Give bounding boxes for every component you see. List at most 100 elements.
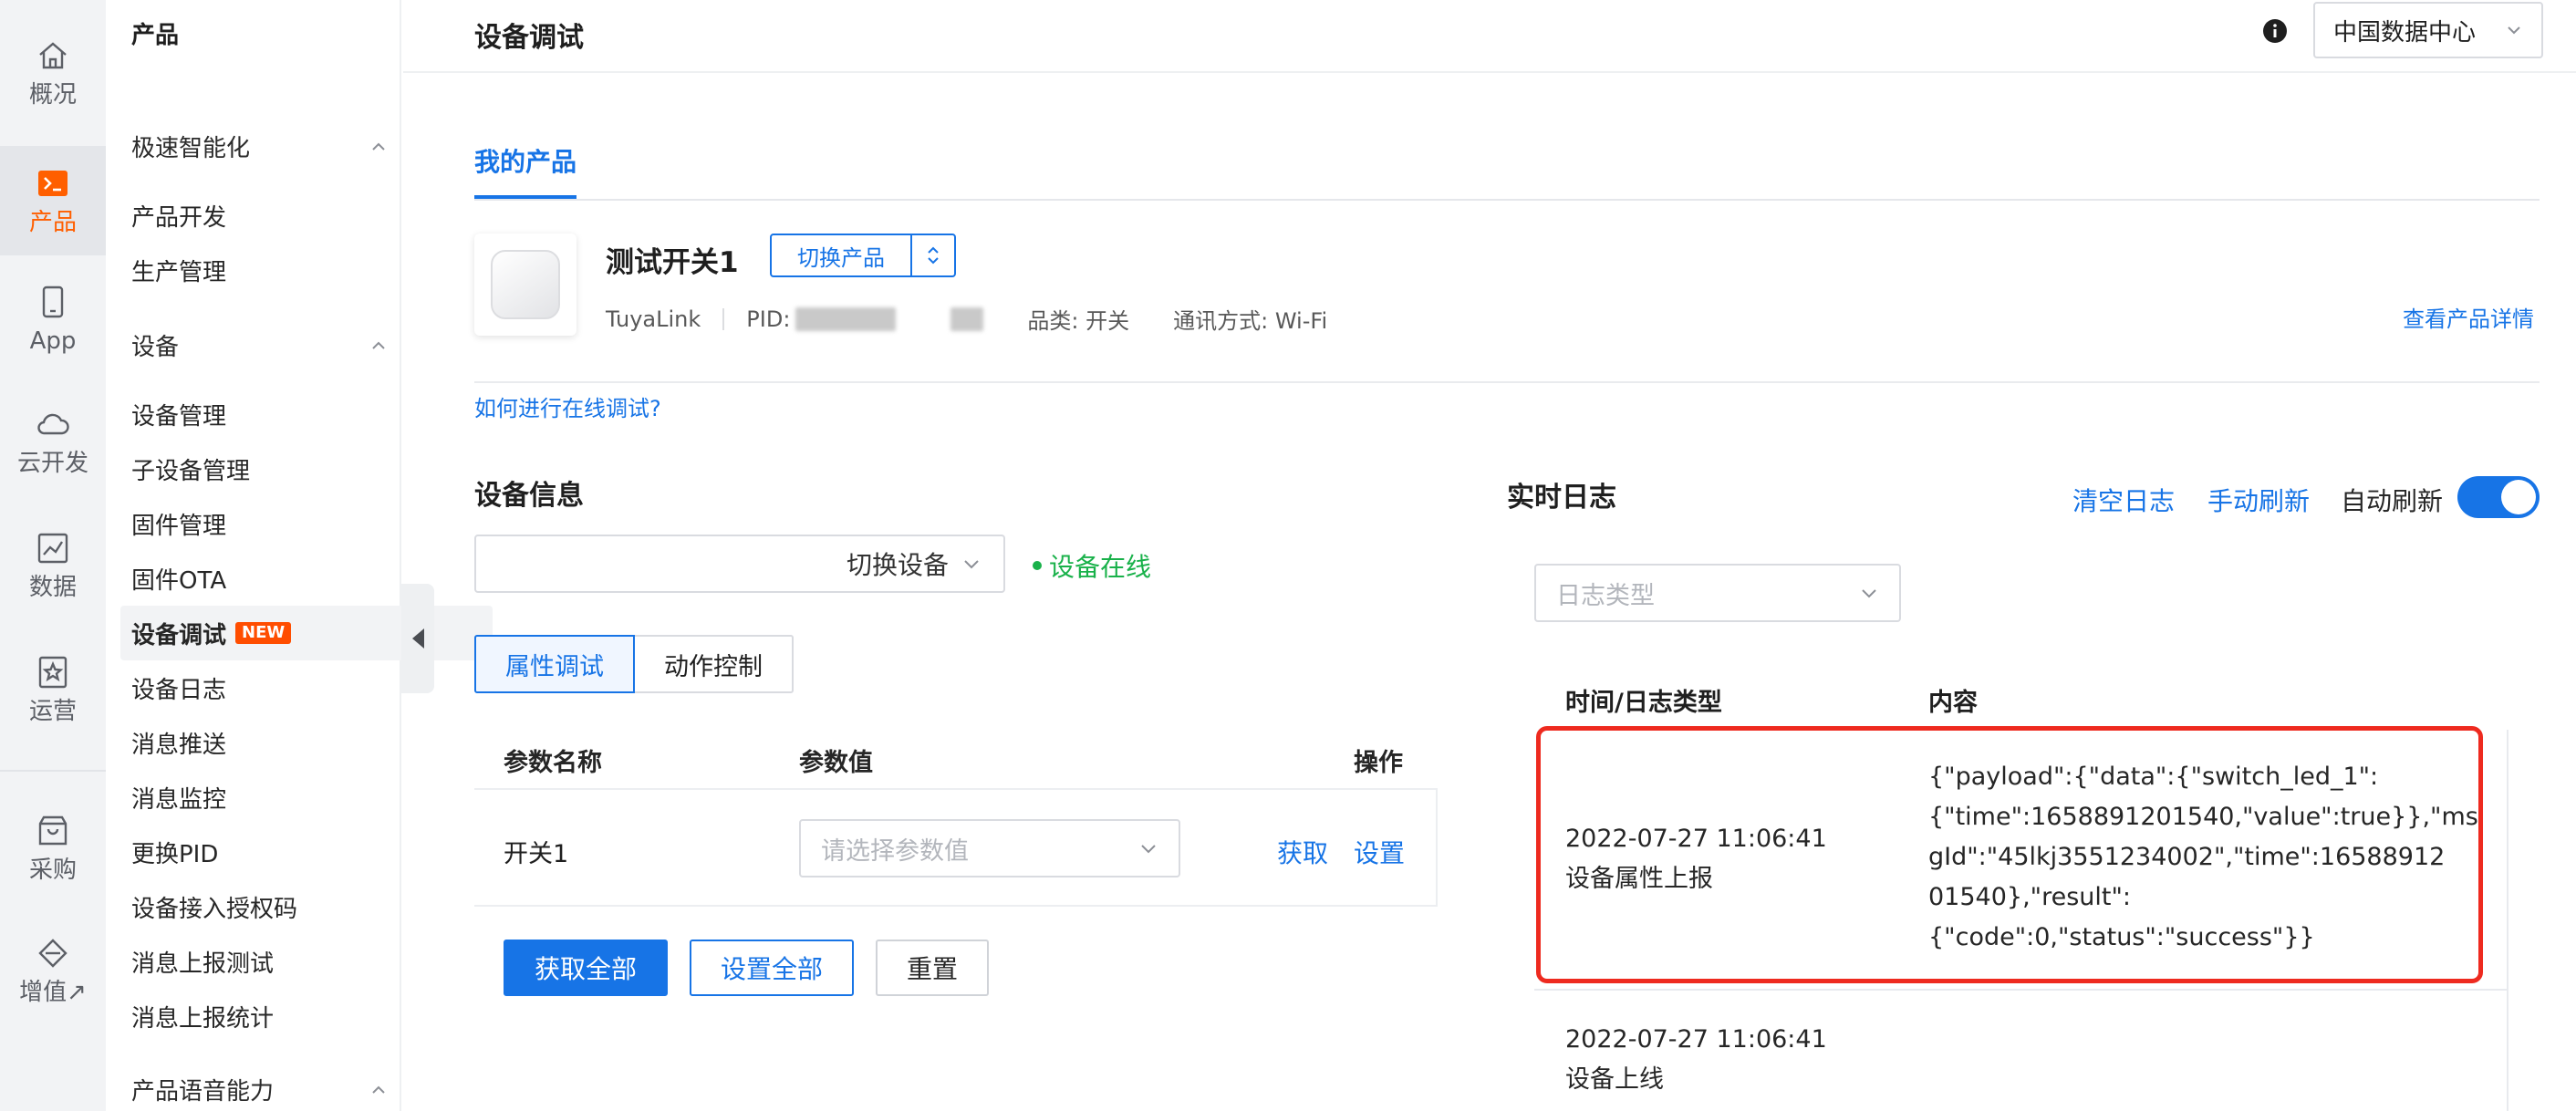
- nav-item-subdevice[interactable]: 子设备管理: [120, 441, 491, 496]
- nav-group-fast[interactable]: 极速智能化: [131, 130, 387, 163]
- param-name-switch1: 开关1: [504, 840, 569, 868]
- nav-item-report-stats[interactable]: 消息上报统计: [120, 989, 491, 1044]
- get-param-link[interactable]: 获取: [1277, 834, 1328, 870]
- nav-item-firmware[interactable]: 固件管理: [120, 496, 491, 551]
- nav-group-device[interactable]: 设备: [131, 328, 387, 362]
- info-icon[interactable]: [2262, 18, 2288, 44]
- rail-label: 云开发: [16, 450, 88, 477]
- nav-item-label: 固件OTA: [131, 566, 227, 595]
- tab-property-debug[interactable]: 属性调试: [474, 635, 635, 693]
- set-all-button[interactable]: 设置全部: [690, 940, 854, 996]
- nav-item-device-mgmt[interactable]: 设备管理: [120, 387, 491, 441]
- new-badge: NEW: [235, 622, 292, 644]
- region-select[interactable]: 中国数据中心: [2313, 2, 2543, 58]
- rail-label: 增值↗: [19, 979, 87, 1006]
- nav-item-monitor[interactable]: 消息监控: [120, 770, 491, 825]
- table-divider: [474, 905, 1438, 907]
- log-column-content: 内容: [1928, 689, 1978, 717]
- nav-item-label: 更换PID: [131, 840, 219, 868]
- rail-item-data[interactable]: 数据: [0, 511, 106, 620]
- auto-refresh-toggle[interactable]: [2457, 476, 2540, 518]
- nav-item-product-dev[interactable]: 产品开发: [120, 188, 491, 243]
- nav-group-label: 设备: [131, 334, 180, 361]
- chart-icon: [37, 533, 68, 564]
- nav-item-label: 子设备管理: [131, 457, 251, 485]
- product-name: 测试开关1: [606, 246, 739, 279]
- rail-item-operation[interactable]: 运营: [0, 635, 106, 744]
- rail-item-app[interactable]: App: [0, 265, 106, 374]
- tab-action-control[interactable]: 动作控制: [633, 635, 794, 693]
- column-param-name: 参数名称: [504, 749, 602, 777]
- star-icon: [38, 656, 68, 689]
- caret-left-icon: [412, 628, 424, 649]
- highlight-box: [1536, 726, 2483, 983]
- rail-item-value-added[interactable]: 增值↗: [0, 916, 106, 1025]
- param-value-select[interactable]: 请选择参数值: [799, 819, 1180, 877]
- manual-refresh-button[interactable]: 手动刷新: [2207, 482, 2310, 518]
- phone-icon: [42, 286, 64, 318]
- howto-link[interactable]: 如何进行在线调试?: [474, 390, 661, 422]
- device-status: 设备在线: [1033, 547, 1151, 584]
- switch-product-label: 切换产品: [772, 235, 912, 275]
- nav-group-voice[interactable]: 产品语音能力: [131, 1073, 387, 1106]
- rail-item-purchase[interactable]: 采购: [0, 794, 106, 903]
- chevron-down-icon: [964, 560, 979, 569]
- chevron-down-icon: [2508, 26, 2520, 35]
- table-scroll-edge: [1436, 790, 1438, 907]
- clear-log-button[interactable]: 清空日志: [2072, 482, 2175, 518]
- nav-item-ota[interactable]: 固件OTA: [120, 551, 491, 606]
- rail-item-product[interactable]: 产品: [0, 146, 106, 255]
- switch-device-select[interactable]: 切换设备: [474, 535, 1005, 593]
- nav-item-label: 设备日志: [131, 676, 227, 704]
- rail-label: App: [29, 327, 77, 355]
- rail-divider: [0, 770, 106, 772]
- product-platform: TuyaLink: [606, 306, 701, 332]
- sidebar-title: 产品: [131, 22, 180, 49]
- tab-divider: [474, 199, 2540, 201]
- nav-item-push[interactable]: 消息推送: [120, 715, 491, 770]
- set-param-link[interactable]: 设置: [1354, 834, 1405, 870]
- pid-redacted: [795, 306, 897, 331]
- device-info-title: 设备信息: [474, 480, 584, 512]
- page-title: 设备调试: [474, 22, 584, 54]
- nav-item-device-log[interactable]: 设备日志: [120, 660, 491, 715]
- product-image: [474, 234, 576, 336]
- param-value-placeholder: 请选择参数值: [821, 836, 969, 866]
- get-all-button[interactable]: 获取全部: [504, 940, 668, 996]
- nav-item-change-pid[interactable]: 更换PID: [120, 825, 491, 879]
- reset-button[interactable]: 重置: [876, 940, 989, 996]
- log-row-2-time: 2022-07-27 11:06:41: [1565, 1025, 1827, 1054]
- terminal-icon: [38, 171, 68, 196]
- log-title: 实时日志: [1507, 482, 1616, 514]
- log-type-placeholder: 日志类型: [1556, 581, 1655, 610]
- switch-device-label: 切换设备: [846, 550, 949, 580]
- rail-item-overview[interactable]: 概况: [0, 18, 106, 128]
- region-label: 中国数据中心: [2333, 18, 2477, 47]
- log-row-divider: [1534, 989, 2507, 991]
- log-type-select[interactable]: 日志类型: [1534, 564, 1901, 622]
- chevron-up-icon: [372, 1085, 385, 1094]
- section-divider: [474, 381, 2540, 383]
- table-divider: [474, 788, 1438, 790]
- sidebar-collapse-handle[interactable]: [401, 584, 434, 693]
- switch-product-button[interactable]: 切换产品: [770, 234, 956, 277]
- view-product-detail-link[interactable]: 查看产品详情: [2403, 301, 2534, 333]
- sidebar: 产品 极速智能化 产品开发 生产管理 设备 设备管理 子设备管理 固件管理 固件…: [106, 0, 493, 1111]
- switch-product-arrow[interactable]: [912, 235, 954, 275]
- nav-item-report-test[interactable]: 消息上报测试: [120, 934, 491, 989]
- pid-label: PID:: [746, 306, 791, 332]
- shop-icon: [38, 815, 68, 846]
- nav-item-label: 设备管理: [131, 402, 227, 431]
- log-row-2-type: 设备上线: [1565, 1065, 1664, 1094]
- nav-item-label: 消息监控: [131, 785, 227, 814]
- up-down-chevron-icon: [928, 246, 939, 265]
- icon-rail: 概况 产品 App 云开发 数据 运营 采购 增值↗: [0, 0, 106, 1111]
- nav-group-label: 产品语音能力: [131, 1078, 275, 1106]
- column-param-value: 参数值: [799, 749, 873, 777]
- nav-item-auth-code[interactable]: 设备接入授权码: [120, 879, 491, 934]
- rail-item-cloud[interactable]: 云开发: [0, 387, 106, 496]
- nav-item-device-debug[interactable]: 设备调试 NEW: [120, 606, 493, 660]
- tab-my-products[interactable]: 我的产品: [474, 142, 576, 179]
- chevron-up-icon: [372, 142, 385, 151]
- nav-item-production[interactable]: 生产管理: [120, 243, 491, 297]
